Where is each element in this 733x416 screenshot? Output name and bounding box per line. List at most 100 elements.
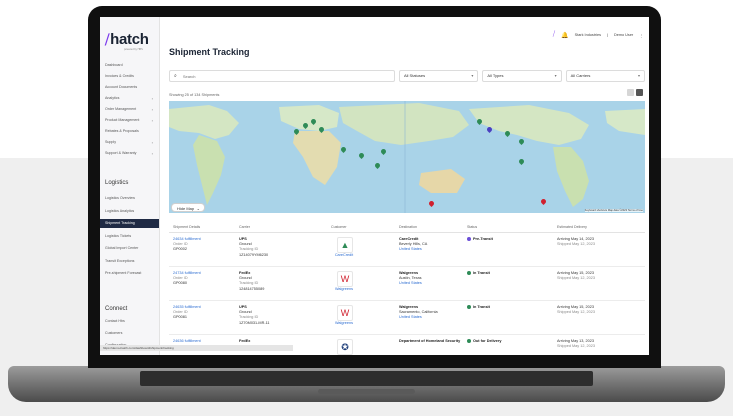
th-eta[interactable]: Estimated Delivery	[557, 225, 587, 229]
sidebar-item-label: Product Management	[105, 118, 140, 122]
table-header: Shipment Details Carrier Customer Destin…	[169, 223, 645, 233]
chevron-right-icon: ›	[151, 96, 153, 101]
order-id: GP0080	[173, 281, 187, 286]
customer-link[interactable]: CareCredit	[332, 253, 356, 258]
destination-country[interactable]: United States	[399, 247, 465, 252]
sidebar-item-label: Dashboard	[105, 63, 123, 67]
th-destination[interactable]: Destination	[399, 225, 417, 229]
sidebar-item-label: Logistics Overview	[105, 196, 135, 200]
filter-bar: ⌕ All Statuses ▾ All Types ▾ All Carriers ▾	[169, 70, 645, 82]
sidebar-item-dashboard[interactable]: Dashboard	[100, 61, 159, 70]
list-view-icon[interactable]	[627, 89, 634, 96]
table-row[interactable]: 24734 fulfillment Order ID GP0080 FedEx Grou…	[169, 267, 645, 301]
customer-link[interactable]: Walgreens	[332, 287, 356, 292]
logo-text: hatch	[110, 31, 149, 48]
sidebar-item-rebates-proposals[interactable]: Rebates & Proposals	[100, 127, 159, 136]
table-row[interactable]: 24634 fulfillment Order ID GP0002 UPS Ground…	[169, 233, 645, 267]
sidebar-item-product-management[interactable]: Product Management ›	[100, 116, 159, 125]
sidebar-item-logistics-overview[interactable]: Logistics Overview	[100, 194, 159, 203]
search-input[interactable]	[180, 72, 385, 80]
status-badge: In Transit	[473, 305, 490, 309]
sidebar-item-pre-shipment-forecast[interactable]: Pre-shipment Forecast	[100, 269, 159, 278]
chevron-right-icon: ›	[151, 107, 153, 112]
sidebar-item-customer-surveys[interactable]: Customer Surveys	[100, 353, 159, 355]
sidebar-item-label: Account Documents	[105, 85, 138, 89]
sidebar-item-label: Rebates & Proposals	[105, 129, 139, 133]
divider: |	[607, 33, 608, 37]
sidebar-item-support-warranty[interactable]: Support & Warranty ›	[100, 149, 159, 158]
table-row[interactable]: 24635 fulfillment Order ID GP0081 UPS Ground…	[169, 301, 645, 335]
carrier-filter[interactable]: All Carriers ▾	[565, 70, 645, 82]
chevron-right-icon: ›	[151, 151, 153, 156]
sidebar-item-label: Global Import Center	[105, 246, 139, 250]
hide-map-label: Hide Map	[177, 206, 195, 211]
sidebar-item-label: Contact Hbs	[105, 319, 125, 323]
status-filter[interactable]: All Statuses ▾	[399, 70, 479, 82]
sidebar-item-label: Analytics	[105, 96, 120, 100]
sidebar-item-label: Invoices & Credits	[105, 74, 134, 78]
sidebar-item-global-import-center[interactable]: Global Import Center	[100, 244, 159, 253]
sidebar-item-shipment-tracking[interactable]: Shipment Tracking	[100, 219, 159, 228]
status-dot	[467, 271, 471, 275]
th-shipment[interactable]: Shipment Details	[173, 225, 200, 229]
sidebar-item-label: Support & Warranty	[105, 151, 137, 155]
th-carrier[interactable]: Carrier	[239, 225, 250, 229]
kebab-menu-icon[interactable]: ⋮	[639, 33, 643, 38]
bell-icon[interactable]: 🔔	[561, 32, 568, 39]
sidebar-item-analytics[interactable]: Analytics ›	[100, 94, 159, 103]
carrier-filter-label: All Carriers	[570, 73, 591, 78]
status-badge: Out for Delivery	[473, 339, 502, 343]
logo-subtitle: powered by HBS	[124, 48, 143, 51]
sidebar-item-label: Customers	[105, 331, 123, 335]
sidebar-item-label: Logistics Analytics	[105, 208, 135, 213]
search-box[interactable]: ⌕	[169, 70, 395, 82]
sidebar-item-customers[interactable]: Customers	[100, 329, 159, 338]
type-filter[interactable]: All Types ▾	[482, 70, 562, 82]
main-content: Shipment Tracking ⧸ 🔔 Stark Industries |…	[159, 17, 649, 355]
sidebar-item-logistics-tickets[interactable]: Logistics Tickets	[100, 232, 159, 241]
th-status[interactable]: Status	[467, 225, 477, 229]
shipment-map[interactable]: Google Keyboard shortcuts Map data ©2023…	[169, 101, 645, 213]
order-id: GP0002	[173, 247, 187, 252]
laptop-screen: ⧸hatch powered by HBS Dashboard Invoices …	[100, 17, 649, 355]
app-logo[interactable]: ⧸hatch	[105, 31, 149, 48]
result-count: Showing 25 of 134 Shipments	[169, 93, 220, 97]
sidebar-item-order-management[interactable]: Order Management ›	[100, 105, 159, 114]
tracking-number: 1Z70M031-MR-11	[239, 320, 270, 325]
sidebar-item-supply[interactable]: Supply ›	[100, 138, 159, 147]
sidebar-item-label: Order Management	[105, 107, 137, 111]
shipped-date: Shipped May 12, 2023	[557, 344, 595, 349]
customer-link[interactable]: Walgreens	[332, 321, 356, 326]
map-attribution[interactable]: Keyboard shortcuts Map data ©2023 Terms …	[584, 209, 643, 212]
destination-country[interactable]: United States	[399, 281, 465, 286]
sidebar-item-invoices-credits[interactable]: Invoices & Credits	[100, 72, 159, 81]
topbar: ⧸ 🔔 Stark Industries | Demo User ⋮	[553, 31, 643, 39]
type-filter-label: All Types	[487, 73, 504, 78]
shipped-date: Shipped May 12, 2023	[557, 276, 595, 281]
customer-logo-icon: ✪	[337, 339, 353, 355]
chevron-down-icon: ⌄	[196, 206, 200, 211]
section-logistics: Logistics	[105, 180, 129, 186]
hide-map-button[interactable]: Hide Map ⌄	[171, 203, 205, 212]
sidebar-item-logistics-analytics[interactable]: Logistics Analytics	[100, 207, 159, 216]
sidebar-item-label: Supply	[105, 140, 116, 144]
company-name[interactable]: Stark Industries	[575, 33, 601, 37]
sidebar: ⧸hatch powered by HBS Dashboard Invoices …	[100, 17, 160, 355]
user-name[interactable]: Demo User	[614, 33, 633, 37]
hatch-brand-icon[interactable]: ⧸	[553, 31, 555, 39]
sidebar-item-transit-exceptions[interactable]: Transit Exceptions	[100, 257, 159, 266]
th-customer[interactable]: Customer	[331, 225, 347, 229]
shipment-id-link[interactable]: 24636 fulfillment	[173, 339, 201, 344]
chevron-right-icon: ›	[151, 118, 153, 123]
chevron-down-icon: ▾	[637, 73, 640, 78]
hatch-logo-icon: ⧸	[105, 32, 110, 47]
destination-country[interactable]: United States	[399, 315, 465, 320]
table-row[interactable]: 24636 fulfillment FedEx ✪ Department of Hom…	[169, 335, 645, 355]
sidebar-item-account-documents[interactable]: Account Documents	[100, 83, 159, 92]
status-dot	[467, 237, 471, 241]
destination-name: Department of Homeland Security	[399, 339, 461, 343]
view-toggle	[627, 89, 643, 96]
map-view-icon[interactable]	[636, 89, 643, 96]
sidebar-item-contact-hbs[interactable]: Contact Hbs	[100, 317, 159, 326]
section-connect: Connect	[105, 306, 128, 312]
